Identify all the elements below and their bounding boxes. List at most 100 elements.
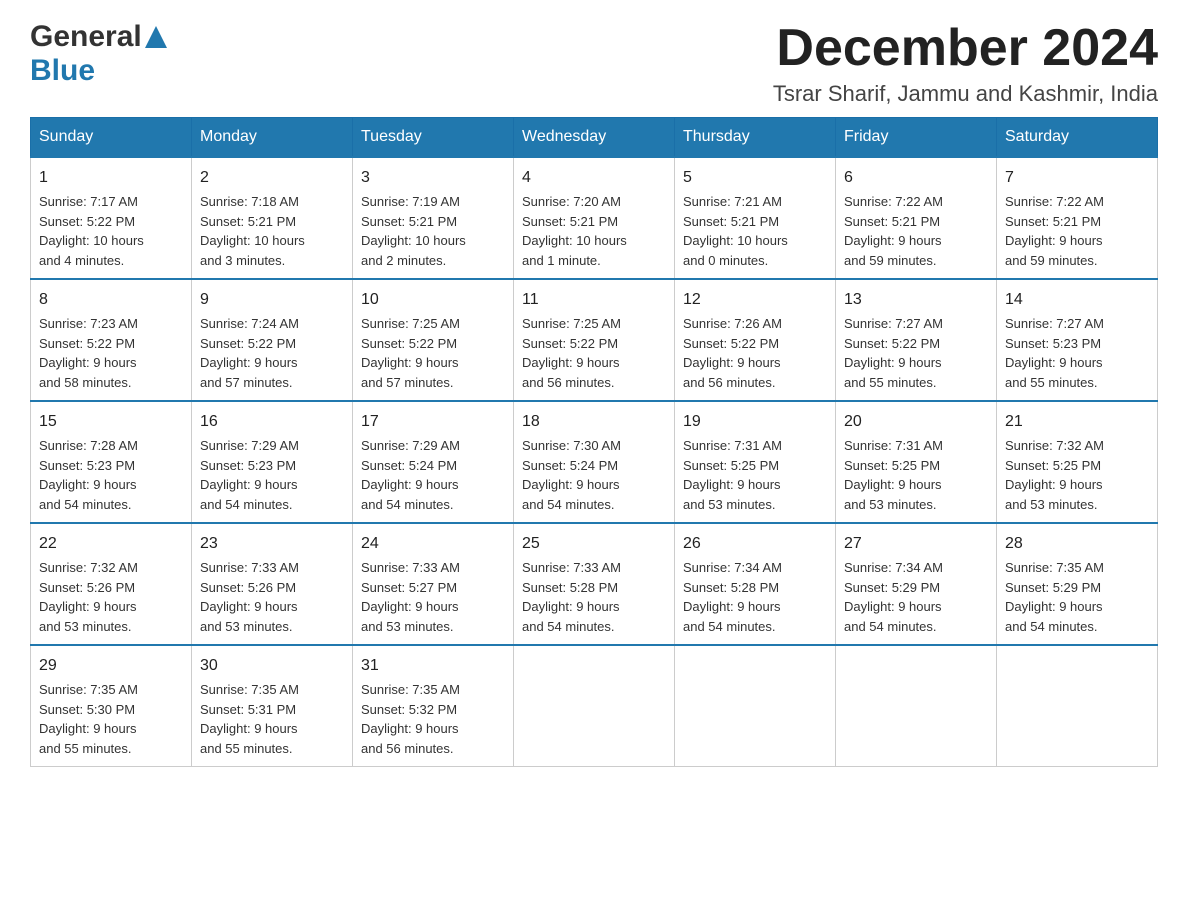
table-row	[675, 645, 836, 767]
table-row: 28Sunrise: 7:35 AMSunset: 5:29 PMDayligh…	[997, 523, 1158, 645]
day-number: 10	[361, 288, 505, 312]
day-number: 24	[361, 532, 505, 556]
table-row: 19Sunrise: 7:31 AMSunset: 5:25 PMDayligh…	[675, 401, 836, 523]
day-info: Sunrise: 7:23 AMSunset: 5:22 PMDaylight:…	[39, 314, 183, 392]
day-info: Sunrise: 7:31 AMSunset: 5:25 PMDaylight:…	[683, 436, 827, 514]
day-number: 15	[39, 410, 183, 434]
table-row: 23Sunrise: 7:33 AMSunset: 5:26 PMDayligh…	[192, 523, 353, 645]
day-number: 1	[39, 166, 183, 190]
logo: General Blue	[30, 20, 167, 88]
logo-blue-text: Blue	[30, 54, 95, 88]
header-sunday: Sunday	[31, 118, 192, 158]
day-info: Sunrise: 7:31 AMSunset: 5:25 PMDaylight:…	[844, 436, 988, 514]
calendar-week-4: 22Sunrise: 7:32 AMSunset: 5:26 PMDayligh…	[31, 523, 1158, 645]
day-info: Sunrise: 7:25 AMSunset: 5:22 PMDaylight:…	[522, 314, 666, 392]
table-row: 31Sunrise: 7:35 AMSunset: 5:32 PMDayligh…	[353, 645, 514, 767]
table-row: 27Sunrise: 7:34 AMSunset: 5:29 PMDayligh…	[836, 523, 997, 645]
table-row: 6Sunrise: 7:22 AMSunset: 5:21 PMDaylight…	[836, 157, 997, 279]
table-row: 22Sunrise: 7:32 AMSunset: 5:26 PMDayligh…	[31, 523, 192, 645]
day-info: Sunrise: 7:26 AMSunset: 5:22 PMDaylight:…	[683, 314, 827, 392]
day-info: Sunrise: 7:29 AMSunset: 5:23 PMDaylight:…	[200, 436, 344, 514]
table-row: 12Sunrise: 7:26 AMSunset: 5:22 PMDayligh…	[675, 279, 836, 401]
day-info: Sunrise: 7:35 AMSunset: 5:29 PMDaylight:…	[1005, 558, 1149, 636]
location-title: Tsrar Sharif, Jammu and Kashmir, India	[773, 81, 1158, 107]
day-info: Sunrise: 7:21 AMSunset: 5:21 PMDaylight:…	[683, 192, 827, 270]
table-row: 2Sunrise: 7:18 AMSunset: 5:21 PMDaylight…	[192, 157, 353, 279]
table-row: 17Sunrise: 7:29 AMSunset: 5:24 PMDayligh…	[353, 401, 514, 523]
day-number: 16	[200, 410, 344, 434]
calendar-week-5: 29Sunrise: 7:35 AMSunset: 5:30 PMDayligh…	[31, 645, 1158, 767]
day-number: 13	[844, 288, 988, 312]
day-info: Sunrise: 7:35 AMSunset: 5:30 PMDaylight:…	[39, 680, 183, 758]
day-info: Sunrise: 7:33 AMSunset: 5:27 PMDaylight:…	[361, 558, 505, 636]
day-number: 11	[522, 288, 666, 312]
day-number: 17	[361, 410, 505, 434]
table-row: 24Sunrise: 7:33 AMSunset: 5:27 PMDayligh…	[353, 523, 514, 645]
table-row: 11Sunrise: 7:25 AMSunset: 5:22 PMDayligh…	[514, 279, 675, 401]
calendar-week-2: 8Sunrise: 7:23 AMSunset: 5:22 PMDaylight…	[31, 279, 1158, 401]
day-info: Sunrise: 7:35 AMSunset: 5:31 PMDaylight:…	[200, 680, 344, 758]
day-info: Sunrise: 7:27 AMSunset: 5:22 PMDaylight:…	[844, 314, 988, 392]
day-info: Sunrise: 7:17 AMSunset: 5:22 PMDaylight:…	[39, 192, 183, 270]
header-monday: Monday	[192, 118, 353, 158]
day-info: Sunrise: 7:27 AMSunset: 5:23 PMDaylight:…	[1005, 314, 1149, 392]
day-info: Sunrise: 7:25 AMSunset: 5:22 PMDaylight:…	[361, 314, 505, 392]
day-number: 19	[683, 410, 827, 434]
day-info: Sunrise: 7:34 AMSunset: 5:29 PMDaylight:…	[844, 558, 988, 636]
page-header: General Blue December 2024 Tsrar Sharif,…	[30, 20, 1158, 107]
header-friday: Friday	[836, 118, 997, 158]
day-info: Sunrise: 7:35 AMSunset: 5:32 PMDaylight:…	[361, 680, 505, 758]
day-number: 8	[39, 288, 183, 312]
table-row: 14Sunrise: 7:27 AMSunset: 5:23 PMDayligh…	[997, 279, 1158, 401]
table-row: 30Sunrise: 7:35 AMSunset: 5:31 PMDayligh…	[192, 645, 353, 767]
table-row: 21Sunrise: 7:32 AMSunset: 5:25 PMDayligh…	[997, 401, 1158, 523]
day-number: 27	[844, 532, 988, 556]
table-row: 18Sunrise: 7:30 AMSunset: 5:24 PMDayligh…	[514, 401, 675, 523]
day-info: Sunrise: 7:18 AMSunset: 5:21 PMDaylight:…	[200, 192, 344, 270]
table-row: 8Sunrise: 7:23 AMSunset: 5:22 PMDaylight…	[31, 279, 192, 401]
day-info: Sunrise: 7:24 AMSunset: 5:22 PMDaylight:…	[200, 314, 344, 392]
day-info: Sunrise: 7:22 AMSunset: 5:21 PMDaylight:…	[844, 192, 988, 270]
calendar-header-row: Sunday Monday Tuesday Wednesday Thursday…	[31, 118, 1158, 158]
day-number: 30	[200, 654, 344, 678]
header-thursday: Thursday	[675, 118, 836, 158]
calendar-table: Sunday Monday Tuesday Wednesday Thursday…	[30, 117, 1158, 767]
day-number: 7	[1005, 166, 1149, 190]
logo-triangle-icon	[145, 26, 167, 48]
day-info: Sunrise: 7:33 AMSunset: 5:26 PMDaylight:…	[200, 558, 344, 636]
table-row: 5Sunrise: 7:21 AMSunset: 5:21 PMDaylight…	[675, 157, 836, 279]
table-row	[514, 645, 675, 767]
day-info: Sunrise: 7:32 AMSunset: 5:25 PMDaylight:…	[1005, 436, 1149, 514]
table-row: 13Sunrise: 7:27 AMSunset: 5:22 PMDayligh…	[836, 279, 997, 401]
table-row: 26Sunrise: 7:34 AMSunset: 5:28 PMDayligh…	[675, 523, 836, 645]
day-info: Sunrise: 7:28 AMSunset: 5:23 PMDaylight:…	[39, 436, 183, 514]
table-row: 7Sunrise: 7:22 AMSunset: 5:21 PMDaylight…	[997, 157, 1158, 279]
day-info: Sunrise: 7:33 AMSunset: 5:28 PMDaylight:…	[522, 558, 666, 636]
day-info: Sunrise: 7:30 AMSunset: 5:24 PMDaylight:…	[522, 436, 666, 514]
table-row: 15Sunrise: 7:28 AMSunset: 5:23 PMDayligh…	[31, 401, 192, 523]
month-title: December 2024	[773, 20, 1158, 77]
day-number: 18	[522, 410, 666, 434]
table-row: 3Sunrise: 7:19 AMSunset: 5:21 PMDaylight…	[353, 157, 514, 279]
day-number: 21	[1005, 410, 1149, 434]
day-info: Sunrise: 7:19 AMSunset: 5:21 PMDaylight:…	[361, 192, 505, 270]
logo-general-text: General	[30, 20, 142, 54]
table-row: 20Sunrise: 7:31 AMSunset: 5:25 PMDayligh…	[836, 401, 997, 523]
day-number: 31	[361, 654, 505, 678]
day-number: 14	[1005, 288, 1149, 312]
day-number: 26	[683, 532, 827, 556]
table-row	[836, 645, 997, 767]
day-number: 20	[844, 410, 988, 434]
day-number: 2	[200, 166, 344, 190]
header-tuesday: Tuesday	[353, 118, 514, 158]
table-row: 4Sunrise: 7:20 AMSunset: 5:21 PMDaylight…	[514, 157, 675, 279]
header-wednesday: Wednesday	[514, 118, 675, 158]
day-info: Sunrise: 7:29 AMSunset: 5:24 PMDaylight:…	[361, 436, 505, 514]
day-number: 28	[1005, 532, 1149, 556]
calendar-week-1: 1Sunrise: 7:17 AMSunset: 5:22 PMDaylight…	[31, 157, 1158, 279]
day-number: 4	[522, 166, 666, 190]
day-info: Sunrise: 7:20 AMSunset: 5:21 PMDaylight:…	[522, 192, 666, 270]
day-number: 6	[844, 166, 988, 190]
header-saturday: Saturday	[997, 118, 1158, 158]
table-row: 9Sunrise: 7:24 AMSunset: 5:22 PMDaylight…	[192, 279, 353, 401]
